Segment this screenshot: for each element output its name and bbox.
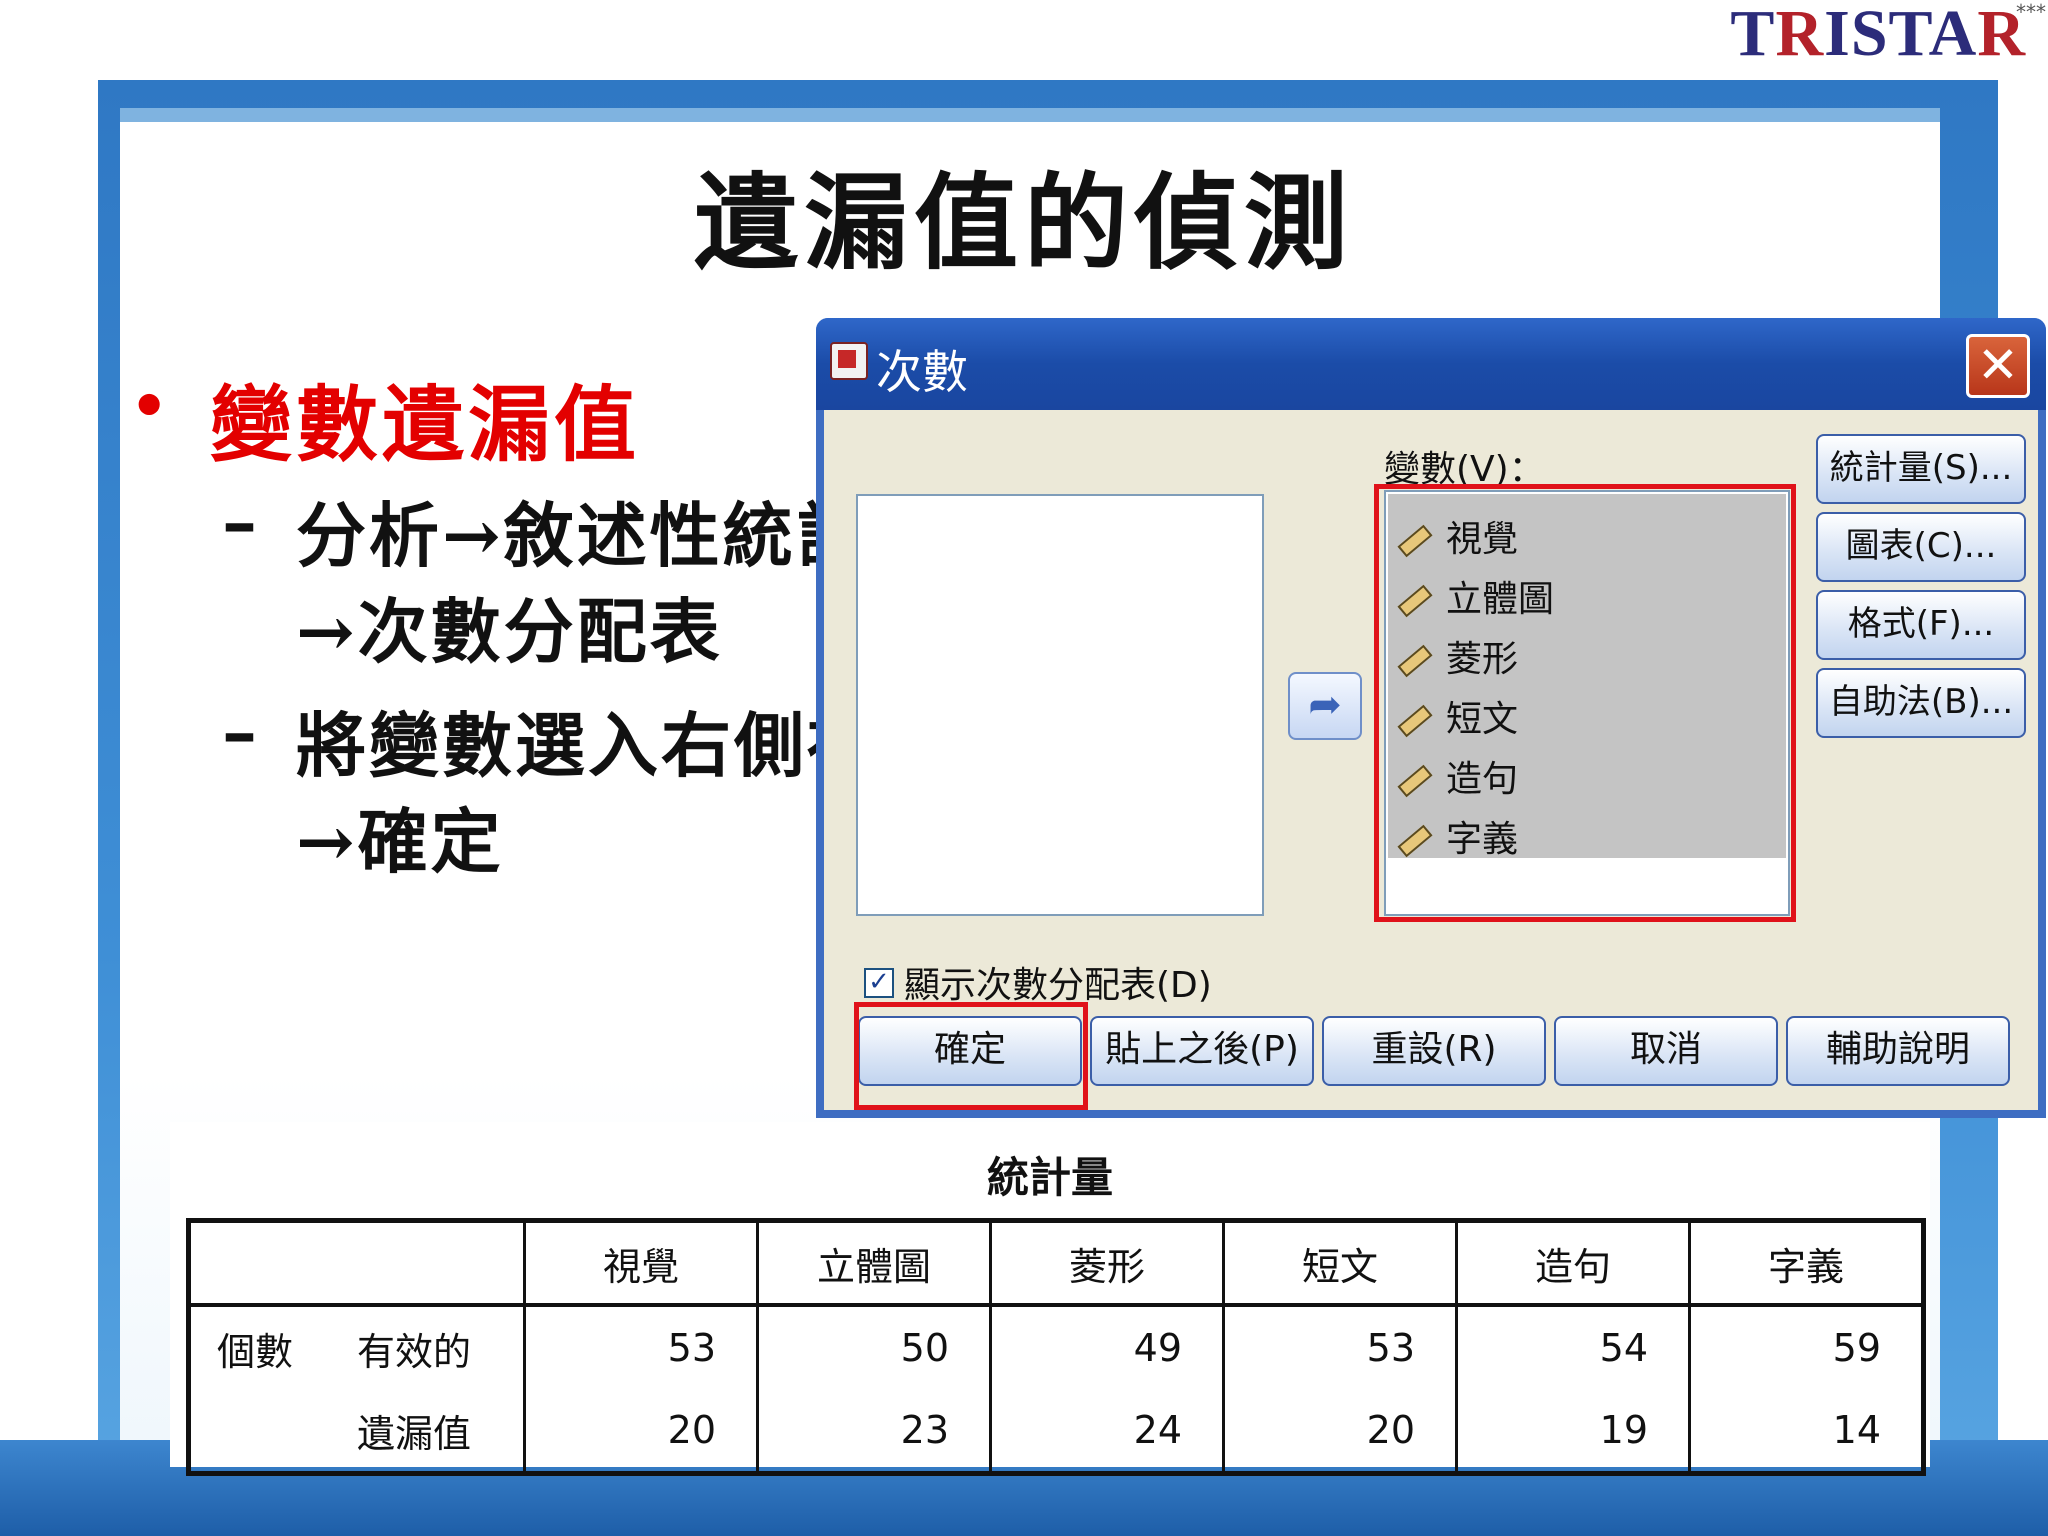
paste-button[interactable]: 貼上之後(P) xyxy=(1090,1016,1314,1086)
move-variable-button[interactable]: ➦ xyxy=(1288,672,1362,740)
row-group-label-empty xyxy=(189,1389,358,1474)
table-cell: 59 xyxy=(1688,1305,1924,1389)
help-button[interactable]: 輔助說明 xyxy=(1786,1016,2010,1086)
close-button[interactable]: ✕ xyxy=(1966,334,2030,398)
reset-button[interactable]: 重設(R) xyxy=(1322,1016,1546,1086)
header-cell-empty xyxy=(188,1220,357,1307)
table-row: 個數 有效的 53 50 49 53 54 59 xyxy=(189,1305,1924,1389)
table-cell: 53 xyxy=(523,1305,758,1389)
logo-text: TRISTAR xyxy=(1730,0,2026,70)
spss-window-icon xyxy=(830,342,868,380)
column-header: 短文 xyxy=(1222,1220,1457,1307)
display-frequency-tables-label: 顯示次數分配表(D) xyxy=(904,965,1212,1006)
column-header: 菱形 xyxy=(989,1220,1224,1307)
table-header-row: 視覺 立體圖 菱形 短文 造句 字義 xyxy=(188,1220,1924,1307)
sub-bullet-dash: – xyxy=(222,690,260,773)
tristar-logo: TRISTAR xyxy=(1730,0,2026,72)
table-row: 遺漏值 20 23 24 20 19 14 xyxy=(189,1389,1924,1474)
slide-title: 遺漏值的偵測 xyxy=(693,161,1354,284)
variables-highlight-box xyxy=(1374,484,1796,922)
table-cell: 20 xyxy=(1222,1389,1457,1474)
sub-bullet-1-line-2: →次數分配表 xyxy=(296,590,723,673)
cancel-button[interactable]: 取消 xyxy=(1554,1016,1778,1086)
table-cell: 19 xyxy=(1455,1389,1690,1474)
column-header: 視覺 xyxy=(523,1220,758,1307)
dialog-body: ➦ 變數(V)： 視覺 立體圖 菱形 短文 造句 字義 統計量(S)... 圖表… xyxy=(824,410,2038,1110)
table-cell: 49 xyxy=(989,1305,1224,1389)
statistics-button[interactable]: 統計量(S)... xyxy=(1816,434,2026,504)
sub-bullet-1-line-1: 分析→敘述性統計 xyxy=(296,494,869,577)
frequencies-dialog: 次數 ✕ ➦ 變數(V)： 視覺 立體圖 菱形 短文 造句 字義 統計量(S).… xyxy=(816,318,2046,1118)
logo-stars: *** xyxy=(2016,0,2046,24)
format-button[interactable]: 格式(F)... xyxy=(1816,590,2026,660)
row-label: 遺漏值 xyxy=(357,1411,472,1456)
display-frequency-tables-checkbox[interactable]: ✓ xyxy=(864,968,894,998)
table-cell: 53 xyxy=(1222,1305,1457,1389)
row-group-label: 個數 xyxy=(217,1329,294,1374)
header-cell-empty xyxy=(357,1220,525,1307)
charts-button[interactable]: 圖表(C)... xyxy=(1816,512,2026,582)
table-cell: 50 xyxy=(756,1305,991,1389)
table-cell: 54 xyxy=(1455,1305,1690,1389)
table-cell: 14 xyxy=(1688,1389,1924,1474)
source-variable-list[interactable] xyxy=(856,494,1264,916)
close-icon: ✕ xyxy=(1977,336,2019,394)
table-cell: 20 xyxy=(523,1389,758,1474)
table-cell: 23 xyxy=(756,1389,991,1474)
arrow-left-icon: ➦ xyxy=(1308,682,1342,728)
sub-bullet-2-line-2: →確定 xyxy=(296,800,504,883)
checkmark-icon: ✓ xyxy=(868,967,890,997)
row-label: 有效的 xyxy=(357,1329,472,1374)
bootstrap-button[interactable]: 自助法(B)... xyxy=(1816,668,2026,738)
bullet-dot: • xyxy=(130,372,169,442)
sub-bullet-dash: – xyxy=(222,480,260,563)
column-header: 造句 xyxy=(1455,1220,1690,1307)
column-header: 字義 xyxy=(1688,1220,1924,1307)
dialog-title: 次數 xyxy=(876,345,968,399)
dialog-titlebar[interactable]: 次數 ✕ xyxy=(816,318,2046,410)
statistics-output-panel: 統計量 視覺 立體圖 菱形 短文 造句 字義 個數 有效的 53 50 49 5… xyxy=(170,1122,1930,1476)
column-header: 立體圖 xyxy=(756,1220,991,1307)
bullet-main: 變數遺漏值 xyxy=(210,377,641,473)
table-cell: 24 xyxy=(989,1389,1224,1474)
statistics-table-title: 統計量 xyxy=(986,1153,1113,1202)
statistics-table: 視覺 立體圖 菱形 短文 造句 字義 個數 有效的 53 50 49 53 54… xyxy=(186,1218,1926,1476)
ok-highlight-box xyxy=(854,1002,1088,1110)
